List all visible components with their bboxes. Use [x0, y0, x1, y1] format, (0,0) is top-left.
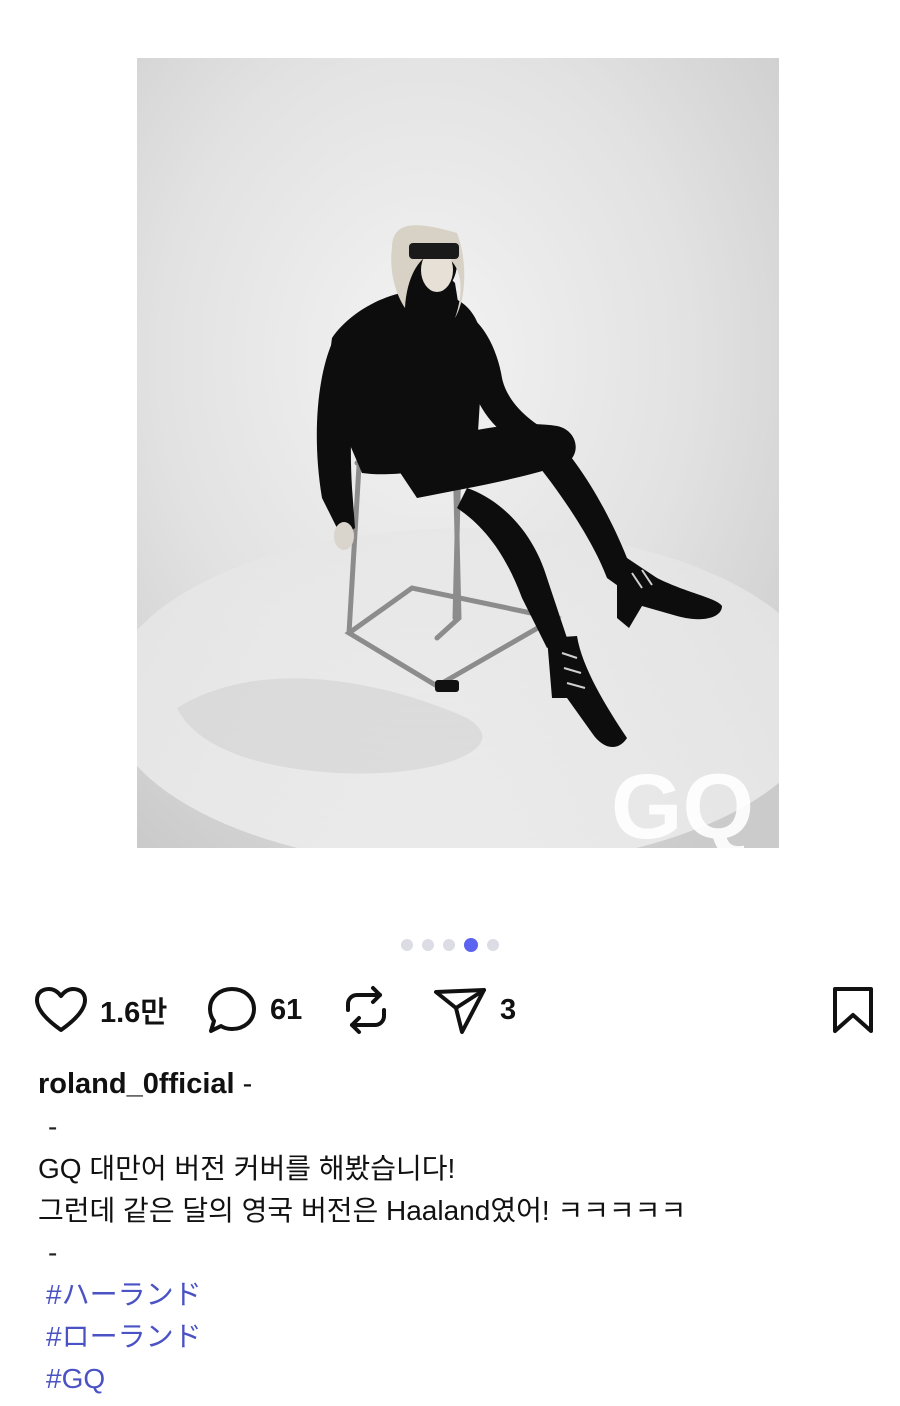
comment-button[interactable]: 61	[206, 980, 302, 1040]
caption-dash: -	[48, 1111, 58, 1142]
heart-icon	[34, 986, 88, 1034]
carousel-dot-active[interactable]	[464, 938, 478, 952]
carousel-dot[interactable]	[487, 939, 499, 951]
post-photo[interactable]: GQ	[137, 58, 779, 848]
carousel-dot[interactable]	[422, 939, 434, 951]
caption-line: GQ 대만어 버전 커버를 해봤습니다!	[38, 1153, 456, 1184]
comment-bubble-icon	[206, 985, 258, 1035]
caption-dash: -	[48, 1237, 58, 1268]
username-suffix: -	[234, 1068, 253, 1100]
photo-illustration: GQ	[137, 58, 779, 848]
comment-count: 61	[270, 993, 303, 1026]
username-link[interactable]: roland_0fficial	[38, 1068, 235, 1100]
like-button[interactable]: 1.6만	[34, 980, 167, 1040]
post-caption: roland_0fficial - - GQ 대만어 버전 커버를 해봤습니다!…	[38, 1062, 878, 1400]
gq-watermark: GQ	[611, 756, 754, 848]
send-icon	[432, 984, 488, 1036]
caption-line: 그런데 같은 달의 영국 버전은 Haaland였어! ㅋㅋㅋㅋㅋ	[38, 1195, 687, 1226]
hashtag-link[interactable]: #ハーランド	[38, 1274, 878, 1316]
carousel-indicator[interactable]	[0, 938, 900, 952]
hashtag-link[interactable]: #ローランド	[38, 1316, 878, 1358]
action-bar: 1.6만 61 3	[0, 980, 900, 1040]
share-button[interactable]: 3	[432, 980, 516, 1040]
repost-icon	[342, 984, 390, 1036]
bookmark-button[interactable]	[830, 980, 876, 1040]
caption-header: roland_0fficial -	[38, 1062, 878, 1106]
hashtag-link[interactable]: #GQ	[38, 1358, 878, 1400]
like-count: 1.6만	[100, 997, 167, 1029]
repost-button[interactable]	[342, 980, 390, 1040]
carousel-dot[interactable]	[401, 939, 413, 951]
share-count: 3	[500, 993, 517, 1026]
carousel-dot[interactable]	[443, 939, 455, 951]
bookmark-icon	[830, 985, 876, 1035]
